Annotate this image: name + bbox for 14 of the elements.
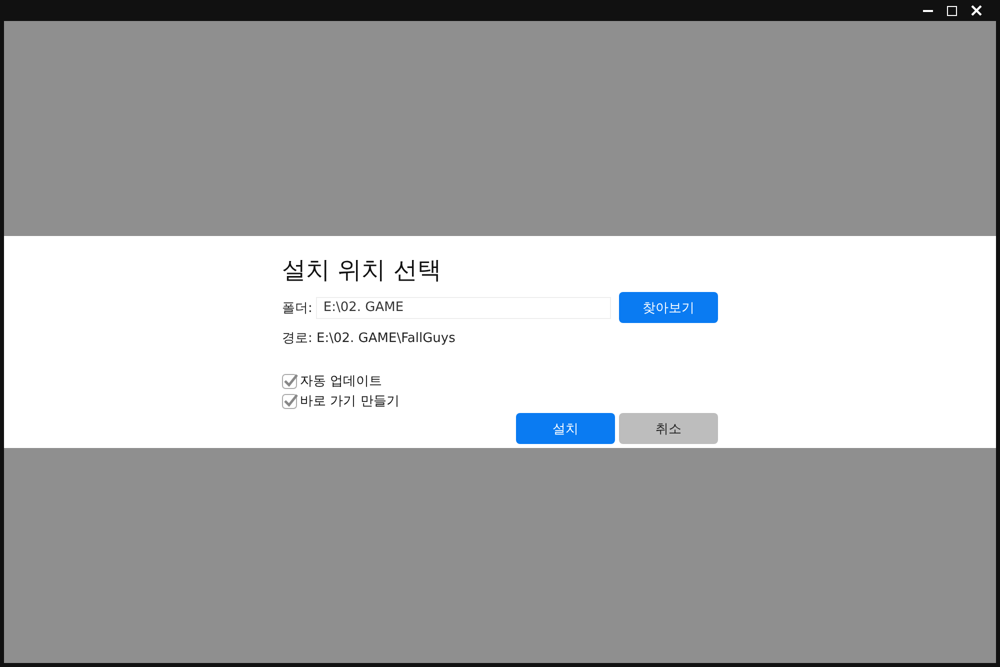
cancel-button[interactable]: 취소 bbox=[619, 413, 718, 444]
close-icon bbox=[971, 5, 982, 16]
browse-button[interactable]: 찾아보기 bbox=[619, 292, 718, 323]
dialog-title: 설치 위치 선택 bbox=[282, 255, 442, 286]
folder-label: 폴더: bbox=[282, 300, 312, 316]
checkbox[interactable] bbox=[282, 373, 298, 389]
minimize-icon bbox=[923, 10, 933, 12]
checkbox-label: 자동 업데이트 bbox=[300, 373, 382, 390]
checkbox-label: 바로 가기 만들기 bbox=[300, 393, 400, 410]
folder-field[interactable]: E:\02. GAME bbox=[316, 296, 611, 318]
maximize-icon bbox=[947, 6, 957, 16]
checkbox[interactable] bbox=[282, 393, 298, 409]
install-button[interactable]: 설치 bbox=[516, 413, 615, 444]
path-text: 경로: E:\02. GAME\FallGuys bbox=[282, 330, 456, 347]
